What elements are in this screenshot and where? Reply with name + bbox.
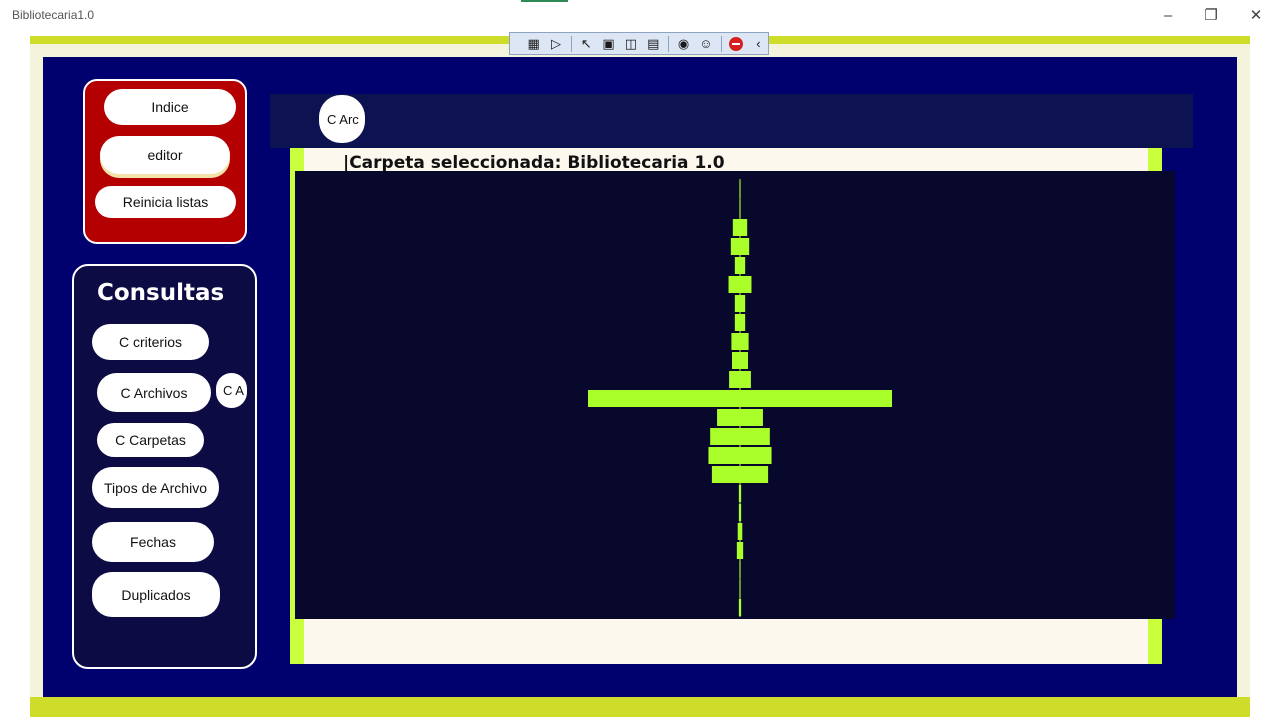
chart-bar [739, 561, 741, 578]
close-icon[interactable]: ✕ [1246, 6, 1266, 26]
accessibility-icon[interactable]: ☺ [696, 35, 715, 53]
chart-bar [738, 485, 742, 502]
chart-bar [728, 276, 752, 293]
live-tree-icon[interactable]: ▦ [524, 35, 543, 53]
layout-adorners-icon[interactable]: ▤ [644, 35, 663, 53]
chart-bar [739, 580, 741, 597]
chart-bar [739, 200, 741, 217]
display-adorners-icon[interactable]: ▣ [599, 35, 618, 53]
chart-bar [731, 352, 749, 369]
chart-area [295, 171, 1175, 619]
c-archivos-clipped-button[interactable]: C A [216, 373, 247, 408]
chart-bar [730, 238, 750, 255]
indice-button[interactable]: Indice [104, 89, 236, 125]
chart-bar [734, 314, 746, 331]
minimize-icon[interactable]: – [1158, 6, 1178, 26]
window-title: Bibliotecaria1.0 [12, 8, 95, 22]
duplicados-button[interactable]: Duplicados [92, 572, 220, 617]
chart-bar [738, 504, 742, 521]
tipos-de-archivo-button[interactable]: Tipos de Archivo [92, 467, 219, 508]
chart-bar [736, 542, 744, 559]
c-criterios-button[interactable]: C criterios [92, 324, 209, 360]
editor-button[interactable]: editor [100, 136, 230, 174]
chart-bar [738, 599, 742, 616]
chart-bar [731, 333, 749, 350]
select-element-icon[interactable]: ↖ [577, 35, 596, 53]
chart-bar [739, 181, 741, 198]
collapse-chevron-icon[interactable]: ‹ [749, 35, 768, 53]
c-carpetas-button[interactable]: C Carpetas [97, 423, 204, 457]
video-icon[interactable]: ▷ [546, 35, 565, 53]
chart-bar [711, 466, 769, 483]
hot-reload-icon[interactable]: ◉ [674, 35, 693, 53]
chart-bar [717, 409, 763, 426]
fechas-button[interactable]: Fechas [92, 522, 214, 562]
chart-bar [734, 257, 746, 274]
taskbar-indicator [521, 0, 568, 2]
c-archivos-top-button[interactable]: C Arc [319, 95, 365, 143]
chart-bar [588, 390, 892, 407]
bar-chart [588, 179, 892, 617]
selected-folder-label: |Carpeta seleccionada: Bibliotecaria 1.0 [343, 153, 725, 173]
chart-bar [737, 523, 743, 540]
top-bar [270, 94, 1193, 148]
chart-bar [732, 219, 748, 236]
restore-icon[interactable]: ❐ [1201, 6, 1221, 26]
stop-icon[interactable] [726, 35, 745, 53]
consultas-title: Consultas [97, 280, 225, 306]
reinicia-listas-button[interactable]: Reinicia listas [95, 186, 236, 218]
frame-bottom-border [30, 697, 1250, 717]
chart-bar [708, 447, 772, 464]
chart-bar [710, 428, 770, 445]
debug-toolbar: ▦ ▷ ↖ ▣ ◫ ▤ ◉ ☺ ‹ [509, 32, 769, 55]
track-focus-icon[interactable]: ◫ [621, 35, 640, 53]
c-archivos-button[interactable]: C Archivos [97, 373, 211, 412]
chart-bar [729, 371, 751, 388]
chart-bar [734, 295, 746, 312]
